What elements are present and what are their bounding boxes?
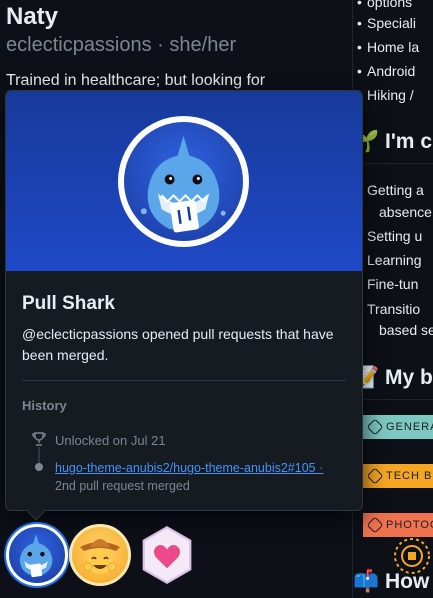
- list-item: Hiking /: [357, 87, 414, 103]
- badge-tech-blog[interactable]: TECH BL: [363, 464, 433, 488]
- list-item: Transitio: [357, 301, 420, 317]
- achievement-yolo[interactable]: [69, 524, 131, 586]
- pull-request-count: 2nd pull request merged: [55, 479, 190, 493]
- list-item: Learning: [357, 252, 421, 268]
- badge-general[interactable]: GENERAL: [363, 415, 433, 439]
- popover-hero: [6, 91, 362, 271]
- shark-icon: [19, 534, 53, 578]
- list-item: Fine-tun: [357, 276, 418, 292]
- shark-icon: [140, 135, 226, 233]
- list-item-continuation: based se: [379, 322, 433, 338]
- list-item-continuation: absence: [379, 204, 432, 220]
- popover-title: Pull Shark: [22, 293, 115, 314]
- hugo-icon: [366, 467, 384, 485]
- profile-name: Naty: [6, 3, 59, 30]
- timeline-dot: [35, 463, 43, 471]
- badge-label: GENERAL: [386, 421, 433, 433]
- readme-column: options Speciali Home la Android Hiking …: [352, 0, 433, 598]
- popover-divider: [22, 380, 346, 381]
- pull-shark-badge: [118, 116, 249, 247]
- pull-request-link[interactable]: hugo-theme-anubis2/hugo-theme-anubis2#10…: [55, 461, 316, 475]
- achievement-heart[interactable]: [136, 524, 198, 586]
- list-item: options: [357, 0, 412, 10]
- list-item: Home la: [357, 39, 419, 55]
- heading-curious: 🌱 I'm cu: [353, 130, 433, 153]
- list-item: Android: [357, 63, 415, 79]
- achievement-pull-shark[interactable]: [6, 524, 68, 586]
- trophy-icon: [32, 432, 46, 446]
- cowboy-icon: [80, 539, 120, 574]
- achievement-popover: Pull Shark @eclecticpassions opened pull…: [5, 90, 363, 511]
- profile-handle: eclecticpassions · she/her: [6, 34, 237, 56]
- list-item: Setting u: [357, 228, 422, 244]
- pull-request-link-row: hugo-theme-anubis2/hugo-theme-anubis2#10…: [55, 461, 323, 475]
- profile-bio: Trained in healthcare; but looking for: [6, 72, 266, 89]
- hugo-icon: [366, 516, 384, 534]
- heading-divider: [363, 163, 433, 164]
- decorative-stamp-icon: [394, 538, 430, 574]
- heading-blog: 📝 My bl: [353, 366, 433, 389]
- list-item: Getting a: [357, 182, 424, 198]
- unlocked-date: Unlocked on Jul 21: [55, 433, 166, 448]
- heart-icon: [142, 526, 192, 584]
- history-label: History: [22, 398, 67, 413]
- badge-label: TECH BL: [386, 470, 433, 482]
- list-item: Speciali: [357, 15, 416, 31]
- link-separator: ·: [315, 461, 324, 475]
- popover-description: @eclecticpassions opened pull requests t…: [22, 326, 334, 363]
- heading-divider: [363, 399, 433, 400]
- hugo-icon: [366, 418, 384, 436]
